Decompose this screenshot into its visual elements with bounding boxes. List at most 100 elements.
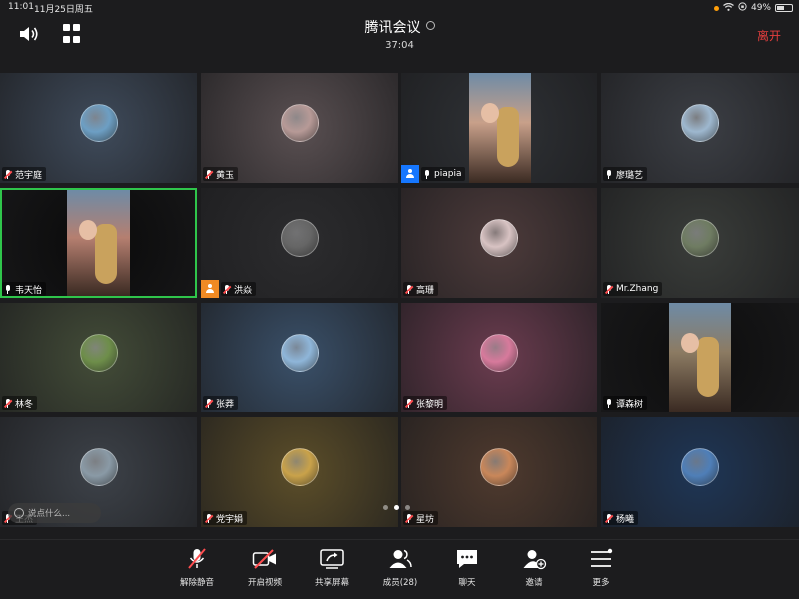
emoji-icon[interactable] — [14, 508, 24, 518]
page-dot-active — [394, 505, 399, 510]
participant-tile[interactable]: 黄玉 — [201, 73, 398, 183]
participant-name: piapia — [434, 169, 462, 179]
participant-name: 党宇娟 — [216, 514, 244, 525]
invite-button[interactable]: 邀请 — [504, 548, 564, 588]
start-video-button[interactable]: 开启视频 — [235, 548, 295, 588]
participant-avatar — [280, 448, 319, 486]
participant-name-tag: 张莽 — [203, 396, 239, 410]
participant-name: 张黎明 — [416, 399, 444, 410]
mic-muted-icon — [204, 398, 214, 408]
participant-name: Mr.Zhang — [616, 284, 659, 294]
video-off-icon — [252, 548, 278, 570]
participant-name-tag: 范宇庭 — [2, 167, 47, 181]
meeting-timer: 37:04 — [385, 40, 414, 51]
person-icon — [405, 169, 415, 179]
mic-muted-icon — [204, 169, 214, 179]
chat-button[interactable]: 聊天 — [437, 548, 497, 588]
participant-name: 谭森树 — [616, 399, 644, 410]
members-button[interactable]: 成员(28) — [370, 548, 430, 588]
meeting-title-row[interactable]: 腾讯会议 — [0, 17, 799, 37]
participant-tile[interactable]: Mr.Zhang — [601, 188, 799, 298]
participant-name: 林冬 — [15, 399, 34, 410]
info-icon[interactable] — [425, 21, 435, 30]
mic-muted-icon — [604, 284, 614, 294]
person-icon — [205, 284, 215, 294]
mic-muted-icon — [404, 284, 414, 294]
recording-dot-icon — [713, 5, 719, 11]
status-right: 49% — [713, 2, 793, 14]
battery-percent: 49% — [750, 3, 771, 13]
participant-name: 张莽 — [216, 399, 235, 410]
share-screen-icon — [319, 548, 345, 570]
face-shape — [681, 333, 699, 353]
participant-name-tag: 高珊 — [403, 282, 439, 296]
face-shape — [481, 103, 499, 123]
mute-slash — [204, 399, 214, 408]
participant-name: 韦天怡 — [15, 285, 43, 296]
participant-tile[interactable]: 洪焱 — [201, 188, 398, 298]
participant-tile[interactable]: 范宇庭 — [0, 73, 197, 183]
participant-name-tag: 党宇娟 — [203, 511, 248, 525]
leave-button[interactable]: 离开 — [757, 27, 781, 44]
mic-off-icon — [184, 548, 210, 570]
participant-tile[interactable]: 张黎明 — [401, 303, 597, 412]
participant-avatar — [480, 448, 518, 486]
participant-name-tag: 黄玉 — [203, 167, 239, 181]
participant-avatar — [280, 219, 319, 257]
participant-tile[interactable]: piapia — [401, 73, 597, 183]
participant-tile[interactable]: 廖璐艺 — [601, 73, 799, 183]
mute-slash — [604, 285, 614, 294]
participant-video — [469, 73, 531, 183]
participant-tile[interactable]: 韦天怡 — [0, 188, 197, 298]
members-icon — [387, 548, 413, 570]
chat-label: 聊天 — [458, 578, 476, 588]
participant-tile[interactable]: 林冬 — [0, 303, 197, 412]
share-screen-button[interactable]: 共享屏幕 — [302, 548, 362, 588]
unmute-button[interactable]: 解除静音 — [167, 548, 227, 588]
participant-tile[interactable]: 高珊 — [401, 188, 597, 298]
participant-name: 范宇庭 — [15, 170, 43, 181]
orientation-lock-icon — [738, 2, 747, 14]
mic-muted-icon — [404, 398, 414, 408]
participant-avatar — [79, 448, 118, 486]
chat-icon — [454, 548, 480, 570]
mute-slash — [3, 170, 13, 179]
more-label: 更多 — [592, 578, 610, 588]
participant-avatar — [480, 333, 518, 372]
meeting-header: 腾讯会议 37:04 离开 — [0, 14, 799, 54]
participant-video — [67, 190, 130, 296]
more-button[interactable]: 更多 — [571, 548, 631, 588]
participant-tile[interactable]: 党宇娟 — [201, 417, 398, 527]
participant-avatar — [79, 333, 118, 372]
participant-name-tag: 韦天怡 — [2, 282, 47, 296]
unmute-label: 解除静音 — [179, 578, 214, 588]
mute-slash — [204, 514, 214, 523]
participant-tile[interactable]: 谭森树 — [601, 303, 799, 412]
participant-video — [669, 303, 731, 412]
participant-name-tag: 杨曦 — [603, 511, 639, 525]
chat-placeholder: 说点什么... — [28, 509, 71, 519]
chat-input[interactable]: 说点什么... — [8, 503, 101, 523]
participant-tile[interactable]: 星坊 — [401, 417, 597, 527]
mic-muted-icon — [3, 169, 13, 179]
mic-on-icon — [423, 169, 431, 179]
mic-on-icon — [605, 169, 613, 179]
cohost-badge-icon — [201, 280, 219, 298]
mic-muted-icon — [222, 284, 232, 294]
participant-name: 高珊 — [416, 285, 435, 296]
participant-avatar — [79, 104, 118, 142]
mute-slash — [204, 170, 214, 179]
participant-avatar — [681, 219, 719, 257]
mic-muted-icon — [404, 513, 414, 523]
pipa-shape — [95, 224, 117, 284]
page-indicator[interactable] — [383, 505, 410, 510]
status-time: 11:01 — [8, 2, 34, 12]
participant-tile[interactable]: 张莽 — [201, 303, 398, 412]
mute-slash — [604, 514, 614, 523]
participant-name-tag: 张黎明 — [403, 396, 448, 410]
participant-avatar — [280, 333, 319, 372]
host-badge-icon — [401, 165, 419, 183]
start-video-label: 开启视频 — [247, 578, 282, 588]
participant-tile[interactable]: 杨曦 — [601, 417, 799, 527]
mic-on-icon — [605, 398, 613, 408]
